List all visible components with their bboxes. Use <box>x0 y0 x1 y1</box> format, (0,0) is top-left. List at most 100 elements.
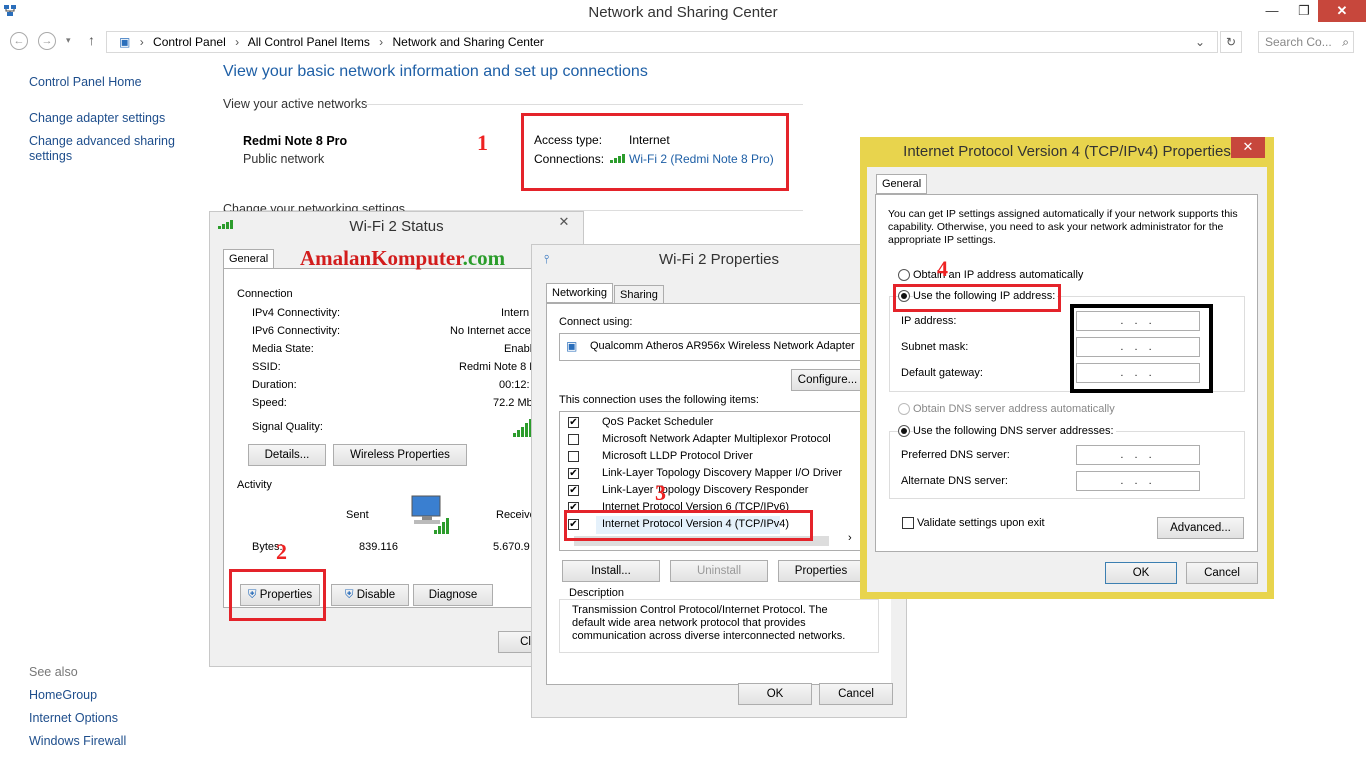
configure-button[interactable]: Configure... <box>791 369 864 391</box>
close-icon[interactable]: ✕ <box>547 212 581 232</box>
disable-button[interactable]: ⛨ Disable <box>331 584 409 606</box>
sidebar-change-advanced[interactable]: Change advanced sharing <box>29 134 175 148</box>
subnet-mask-label: Subnet mask: <box>901 341 969 353</box>
media-state-label: Media State: <box>252 343 314 355</box>
activity-label: Activity <box>237 479 272 491</box>
install-button[interactable]: Install... <box>562 560 660 582</box>
duration-value: 00:12: <box>499 379 530 391</box>
wifi-properties-dialog: ⫯ Wi-Fi 2 Properties Networking Sharing … <box>531 244 907 718</box>
checkbox[interactable] <box>568 434 579 445</box>
cancel-button[interactable]: Cancel <box>819 683 893 705</box>
radio-obtain-ip[interactable] <box>898 269 910 281</box>
alternate-dns-field[interactable]: . . . <box>1076 471 1200 491</box>
annotation-number-2: 2 <box>276 539 287 564</box>
sidebar-homegroup[interactable]: HomeGroup <box>29 688 97 702</box>
duration-label: Duration: <box>252 379 297 391</box>
bytes-received-value: 5.670.9 <box>493 541 530 553</box>
shield-icon: ⛨ <box>344 589 354 601</box>
speed-value: 72.2 Mb <box>493 397 533 409</box>
ipv6-label: IPv6 Connectivity: <box>252 325 341 337</box>
breadcrumb-network-center[interactable]: Network and Sharing Center <box>393 35 544 49</box>
sidebar-internet-options[interactable]: Internet Options <box>29 711 118 725</box>
checkbox[interactable] <box>568 451 579 462</box>
list-item[interactable]: Microsoft LLDP Protocol Driver <box>602 450 753 462</box>
sidebar-change-adapter[interactable]: Change adapter settings <box>29 111 165 125</box>
checkbox[interactable]: ✔ <box>568 417 579 428</box>
preferred-dns-label: Preferred DNS server: <box>901 449 1010 461</box>
breadcrumb-control-panel[interactable]: Control Panel <box>153 35 226 49</box>
ssid-label: SSID: <box>252 361 281 373</box>
signal-bars-icon <box>513 419 532 437</box>
network-name: Redmi Note 8 Pro <box>243 134 348 148</box>
network-icon: ▣ <box>119 35 131 49</box>
description-text: Transmission Control Protocol/Internet P… <box>572 604 846 642</box>
maximize-button[interactable]: ❐ <box>1290 0 1318 22</box>
description-label: Description <box>567 587 627 599</box>
ipv6-value: No Internet acce <box>450 325 531 337</box>
advanced-button[interactable]: Advanced... <box>1157 517 1244 539</box>
recent-pages-chevron-icon[interactable]: ▾ <box>66 35 71 46</box>
signal-quality-label: Signal Quality: <box>252 421 323 433</box>
scroll-right-icon[interactable]: › <box>848 532 852 544</box>
items-label: This connection uses the following items… <box>559 394 759 406</box>
sidebar-windows-firewall[interactable]: Windows Firewall <box>29 734 126 748</box>
radio-use-dns[interactable] <box>898 425 910 437</box>
network-type: Public network <box>243 152 325 166</box>
tab-networking[interactable]: Networking <box>546 283 614 303</box>
highlight-box-3 <box>564 510 813 541</box>
sidebar-control-panel-home[interactable]: Control Panel Home <box>29 75 142 89</box>
dialog-title: Internet Protocol Version 4 (TCP/IPv4) P… <box>903 143 1231 160</box>
cancel-button[interactable]: Cancel <box>1186 562 1258 584</box>
adapter-name: Qualcomm Atheros AR956x Wireless Network… <box>590 340 855 352</box>
list-item[interactable]: Link-Layer Topology Discovery Mapper I/O… <box>602 467 842 479</box>
received-label: Receive <box>496 509 536 521</box>
ok-button[interactable]: OK <box>738 683 812 705</box>
sidebar-change-advanced-2[interactable]: settings <box>29 149 72 163</box>
dialog-title: Wi-Fi 2 Properties <box>658 251 780 268</box>
close-button[interactable]: ✕ <box>1318 0 1366 22</box>
up-arrow-icon[interactable]: ↑ <box>88 32 95 48</box>
network-activity-icon <box>408 494 454 538</box>
list-item[interactable]: Microsoft Network Adapter Multiplexor Pr… <box>602 433 831 445</box>
address-dropdown-icon[interactable]: ⌄ <box>1195 32 1205 52</box>
window-titlebar: Network and Sharing Center — ❐ ✕ <box>0 0 1366 24</box>
uninstall-button[interactable]: Uninstall <box>670 560 768 582</box>
diagnose-button[interactable]: Diagnose <box>413 584 493 606</box>
adapter-icon: ▣ <box>566 339 578 353</box>
ok-button[interactable]: OK <box>1105 562 1177 584</box>
preferred-dns-field[interactable]: . . . <box>1076 445 1200 465</box>
refresh-icon[interactable]: ↻ <box>1220 31 1242 53</box>
watermark-text: AmalanKomputer.com <box>300 246 506 270</box>
annotation-number-1: 1 <box>477 130 488 155</box>
active-networks-heading: View your active networks <box>223 97 368 111</box>
sent-label: Sent <box>346 509 369 521</box>
radio-obtain-dns[interactable] <box>898 403 910 415</box>
address-bar[interactable]: ▣ › Control Panel › All Control Panel It… <box>106 31 1218 53</box>
forward-arrow-icon[interactable]: → <box>38 32 56 50</box>
tab-sharing[interactable]: Sharing <box>614 285 664 305</box>
properties-button[interactable]: Properties <box>778 560 864 582</box>
details-button[interactable]: Details... <box>248 444 326 466</box>
minimize-button[interactable]: — <box>1258 0 1286 22</box>
use-dns-label: Use the following DNS server addresses: <box>913 425 1116 437</box>
list-item[interactable]: Link-Layer Topology Discovery Responder <box>602 484 808 496</box>
connect-using-label: Connect using: <box>559 316 633 328</box>
list-item[interactable]: QoS Packet Scheduler <box>602 416 713 428</box>
highlight-box-ip-fields <box>1070 304 1213 393</box>
ssid-value: Redmi Note 8 P <box>459 361 537 373</box>
checkbox[interactable]: ✔ <box>568 485 579 496</box>
adapter-field: ▣ Qualcomm Atheros AR956x Wireless Netwo… <box>559 333 864 361</box>
obtain-dns-label: Obtain DNS server address automatically <box>913 403 1115 415</box>
checkbox[interactable]: ✔ <box>568 468 579 479</box>
breadcrumb-all-items[interactable]: All Control Panel Items <box>248 35 370 49</box>
intro-text: You can get IP settings assigned automat… <box>888 208 1238 246</box>
search-input[interactable]: Search Co... ⌕ <box>1258 31 1354 53</box>
tab-general[interactable]: General <box>223 249 275 269</box>
validate-checkbox[interactable] <box>902 517 914 529</box>
default-gateway-label: Default gateway: <box>901 367 983 379</box>
ipv4-value: Intern <box>501 307 530 319</box>
close-icon[interactable]: ✕ <box>1231 137 1265 158</box>
wireless-properties-button[interactable]: Wireless Properties <box>333 444 467 466</box>
tab-general[interactable]: General <box>876 174 928 194</box>
back-arrow-icon[interactable]: ← <box>10 32 28 50</box>
